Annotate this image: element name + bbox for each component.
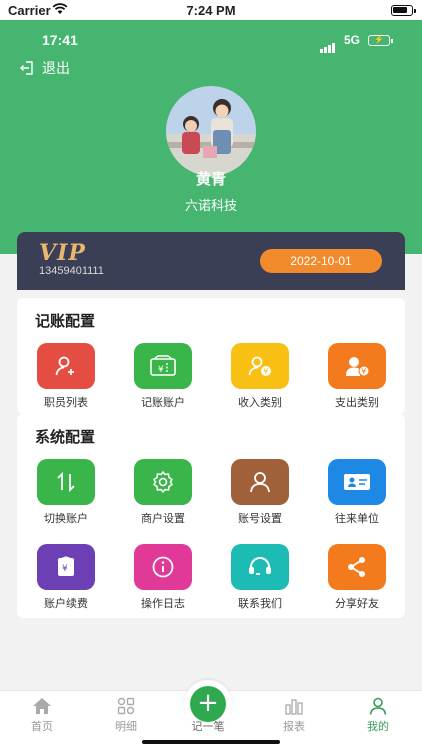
home-icon xyxy=(33,698,51,714)
add-user-icon xyxy=(37,343,95,389)
svg-text:¥: ¥ xyxy=(361,367,366,376)
vip-expiry-date[interactable]: 2022-10-01 xyxy=(260,249,382,273)
logout-label: 退出 xyxy=(42,61,70,77)
charging-battery-icon: ⚡ xyxy=(368,35,393,46)
renew-account-button[interactable]: ¥ 账户续费 xyxy=(26,544,106,611)
switch-account-button[interactable]: 切换账户 xyxy=(26,459,106,526)
gear-icon xyxy=(134,459,192,505)
tab-report-label: 报表 xyxy=(283,720,305,733)
user-income-icon: ¥ xyxy=(231,343,289,389)
plus-icon: + xyxy=(190,686,226,722)
system-config-panel: 系统配置 切换账户 商户设置 账号设置 往来单位 ¥ 账户续费 操作日志 联系我… xyxy=(17,414,405,618)
partners-label: 往来单位 xyxy=(335,512,379,525)
expense-category-label: 支出类别 xyxy=(335,396,379,409)
renew-icon: ¥ xyxy=(37,544,95,590)
merchant-settings-label: 商户设置 xyxy=(141,512,185,525)
account-settings-button[interactable]: 账号设置 xyxy=(220,459,300,526)
home-indicator xyxy=(142,740,280,744)
accounting-config-title: 记账配置 xyxy=(35,312,96,330)
ticket-icon: ¥ xyxy=(134,343,192,389)
tab-home-label: 首页 xyxy=(31,720,53,733)
battery-icon xyxy=(391,5,416,16)
partners-button[interactable]: 往来单位 xyxy=(317,459,397,526)
accounting-config-panel: 记账配置 职员列表 ¥ 记账账户 ¥ 收入类别 ¥ 支出类别 xyxy=(17,298,405,414)
ios-status-bar: Carrier 7:24 PM xyxy=(0,0,422,20)
user-name: 黄青 xyxy=(195,170,226,188)
merchant-settings-button[interactable]: 商户设置 xyxy=(123,459,203,526)
tab-mine[interactable]: 我的 xyxy=(343,697,413,734)
contact-us-label: 联系我们 xyxy=(238,597,282,610)
svg-text:¥: ¥ xyxy=(263,367,268,376)
account-settings-label: 账号设置 xyxy=(238,512,282,525)
company-name: 六诺科技 xyxy=(184,199,237,214)
operation-log-button[interactable]: 操作日志 xyxy=(123,544,203,611)
switch-arrows-icon xyxy=(37,459,95,505)
share-icon xyxy=(328,544,386,590)
income-category-label: 收入类别 xyxy=(238,396,282,409)
avatar[interactable] xyxy=(166,86,256,176)
accounting-account-label: 记账账户 xyxy=(141,396,185,409)
income-category-button[interactable]: ¥ 收入类别 xyxy=(220,343,300,410)
bar-chart-icon xyxy=(285,699,303,715)
headset-icon xyxy=(231,544,289,590)
staff-list-label: 职员列表 xyxy=(44,396,88,409)
expense-category-button[interactable]: ¥ 支出类别 xyxy=(317,343,397,410)
user-expense-icon: ¥ xyxy=(328,343,386,389)
svg-text:¥: ¥ xyxy=(62,564,68,574)
tab-details[interactable]: 明细 xyxy=(91,697,161,734)
vip-card[interactable]: VIP 13459401111 2022-10-01 xyxy=(17,232,405,290)
info-icon xyxy=(134,544,192,590)
accounting-account-button[interactable]: ¥ 记账账户 xyxy=(123,343,203,410)
renew-account-label: 账户续费 xyxy=(44,597,88,610)
network-label: 5G xyxy=(344,33,361,47)
logout-button[interactable]: 退出 xyxy=(20,58,70,78)
vip-phone: 13459401111 xyxy=(39,265,104,277)
user-icon xyxy=(231,459,289,505)
contact-us-button[interactable]: 联系我们 xyxy=(220,544,300,611)
status-time: 7:24 PM xyxy=(186,3,236,18)
tab-details-label: 明细 xyxy=(115,720,137,733)
system-config-title: 系统配置 xyxy=(35,428,96,446)
tab-home[interactable]: 首页 xyxy=(7,697,77,734)
profile-header: 17:41 5G ⚡ 退出 黄青 六诺科技 xyxy=(0,20,422,254)
inner-status-bar: 17:41 5G ⚡ xyxy=(0,30,422,53)
add-record-label: 记一笔 xyxy=(191,720,225,733)
share-friends-label: 分享好友 xyxy=(335,597,379,610)
inner-status-time: 17:41 xyxy=(42,32,78,48)
id-card-icon xyxy=(328,459,386,505)
grid-icon xyxy=(117,697,135,715)
switch-account-label: 切换账户 xyxy=(44,512,88,525)
signal-icon xyxy=(320,37,336,53)
tab-report[interactable]: 报表 xyxy=(259,697,329,734)
svg-text:¥: ¥ xyxy=(158,365,164,375)
logout-icon xyxy=(20,61,33,75)
tab-mine-label: 我的 xyxy=(367,720,389,733)
staff-list-button[interactable]: 职员列表 xyxy=(26,343,106,410)
user-icon xyxy=(369,697,387,715)
operation-log-label: 操作日志 xyxy=(141,597,185,610)
share-friends-button[interactable]: 分享好友 xyxy=(317,544,397,611)
vip-badge: VIP xyxy=(39,240,86,266)
